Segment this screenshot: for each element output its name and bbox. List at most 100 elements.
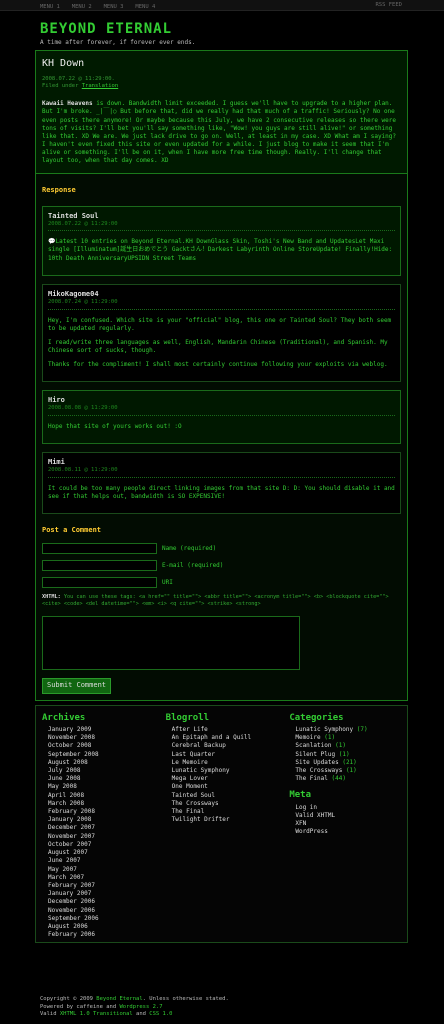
- blogroll-item[interactable]: Twilight Drifter: [172, 816, 284, 824]
- uri-field[interactable]: [42, 577, 157, 589]
- name-row: Name (required): [42, 543, 407, 555]
- blogroll-item[interactable]: Tainted Soul: [172, 792, 284, 800]
- meta-item[interactable]: XFN: [295, 820, 407, 828]
- name-label: Name (required): [162, 544, 217, 552]
- archive-item[interactable]: June 2007: [48, 857, 160, 865]
- archive-item[interactable]: November 2008: [48, 734, 160, 742]
- post-category-link[interactable]: Translation: [82, 83, 118, 89]
- menu-item-3[interactable]: MENU 3: [104, 4, 124, 10]
- blogroll-item[interactable]: Le Memoire: [172, 759, 284, 767]
- archive-item[interactable]: January 2007: [48, 890, 160, 898]
- meta-item[interactable]: WordPress: [295, 828, 407, 836]
- blogroll-heading: Blogroll: [165, 712, 210, 723]
- archive-item[interactable]: January 2008: [48, 816, 160, 824]
- css-valid-link[interactable]: CSS 1.0: [149, 1011, 172, 1017]
- archive-item[interactable]: September 2006: [48, 915, 160, 923]
- archive-item[interactable]: May 2007: [48, 866, 160, 874]
- wordpress-link[interactable]: Wordpress 2.7: [119, 1004, 162, 1010]
- archive-item[interactable]: May 2008: [48, 783, 160, 791]
- rss-feed-link[interactable]: RSS FEED: [376, 2, 403, 9]
- menu-item-4[interactable]: MENU 4: [135, 4, 155, 10]
- blogroll-item[interactable]: An Epitaph and a Quill: [172, 734, 284, 742]
- comment-date: 2008.07.24 @ 11:29:00: [48, 299, 395, 310]
- category-item-name[interactable]: The Final: [295, 775, 328, 782]
- xhtml-label: XHTML:: [42, 594, 61, 601]
- blogroll-item[interactable]: The Final: [172, 808, 284, 816]
- category-item-name[interactable]: Site Updates: [295, 759, 338, 766]
- archive-item[interactable]: August 2007: [48, 849, 160, 857]
- category-item-name[interactable]: Scanlation: [295, 742, 331, 749]
- comment-textarea[interactable]: [42, 616, 300, 671]
- archive-item[interactable]: December 2007: [48, 824, 160, 832]
- category-item[interactable]: The Crossways (1): [295, 767, 407, 775]
- category-item[interactable]: Silent Plug (1): [295, 751, 407, 759]
- top-nav: MENU 1 MENU 2 MENU 3 MENU 4 RSS FEED: [0, 0, 444, 11]
- copyright-site-link[interactable]: Beyond Eternal: [96, 996, 142, 1002]
- name-field[interactable]: [42, 543, 157, 555]
- meta-item[interactable]: Log in: [295, 804, 407, 812]
- site-title[interactable]: BEYOND ETERNAL: [40, 20, 172, 39]
- email-label: E-mail (required): [162, 561, 224, 569]
- xhtml-valid-link[interactable]: XHTML 1.0 Transitional: [60, 1011, 133, 1017]
- archive-item[interactable]: November 2006: [48, 907, 160, 915]
- post-title[interactable]: KH Down: [42, 57, 401, 71]
- post-author-link[interactable]: Kawaii Heavens: [42, 100, 93, 107]
- archive-item[interactable]: October 2008: [48, 742, 160, 750]
- comment-author[interactable]: Mimi: [48, 458, 395, 467]
- blogroll-item[interactable]: Lunatic Symphony: [172, 767, 284, 775]
- copyright: Copyright © 2009 Beyond Eternal. Unless …: [40, 996, 229, 1019]
- archive-item[interactable]: August 2008: [48, 759, 160, 767]
- post-body: Kawaii Heavens is down. Bandwidth limit …: [42, 100, 401, 165]
- categories-list: Lunatic Symphony (7) Memoire (1) Scanlatio…: [295, 726, 407, 783]
- category-item[interactable]: The Final (44): [295, 775, 407, 783]
- category-item-count: (1): [335, 742, 346, 750]
- category-item-name[interactable]: Silent Plug: [295, 751, 335, 758]
- category-item-name[interactable]: Lunatic Symphony: [295, 726, 353, 733]
- category-item[interactable]: Lunatic Symphony (7): [295, 726, 407, 734]
- email-field[interactable]: [42, 560, 157, 572]
- comment: Mimi 2008.08.11 @ 11:29:00 It could be t…: [42, 451, 401, 514]
- blogroll-item[interactable]: The Crossways: [172, 800, 284, 808]
- category-item-count: (44): [331, 775, 346, 783]
- meta-item[interactable]: Valid XHTML: [295, 812, 407, 820]
- comment-author[interactable]: MikoKagome04: [48, 290, 395, 299]
- category-item-name[interactable]: The Crossways: [295, 767, 342, 774]
- menu-item-2[interactable]: MENU 2: [72, 4, 92, 10]
- archive-item[interactable]: June 2008: [48, 775, 160, 783]
- category-item[interactable]: Memoire (1): [295, 734, 407, 742]
- post-comment-heading: Post a Comment: [42, 526, 102, 534]
- archive-item[interactable]: February 2007: [48, 882, 160, 890]
- submit-comment-button[interactable]: Submit Comment: [42, 678, 112, 694]
- response-heading: Response: [42, 186, 76, 195]
- blogroll-item[interactable]: Cerebral Backup: [172, 742, 284, 750]
- category-item[interactable]: Scanlation (1): [295, 742, 407, 750]
- blogroll-item[interactable]: After Life: [172, 726, 284, 734]
- archive-item[interactable]: January 2009: [48, 726, 160, 734]
- archive-item[interactable]: November 2007: [48, 833, 160, 841]
- blogroll-item[interactable]: Mega Lover: [172, 775, 284, 783]
- archive-item[interactable]: August 2006: [48, 923, 160, 931]
- category-item[interactable]: Site Updates (21): [295, 759, 407, 767]
- comment: MikoKagome04 2008.07.24 @ 11:29:00 Hey, …: [42, 283, 401, 382]
- comment-text: Hope that site of yours works out! :O: [48, 422, 182, 430]
- meta-list: Log in Valid XHTML XFN WordPress: [295, 804, 407, 837]
- blogroll-item[interactable]: Last Quarter: [172, 751, 284, 759]
- comment-author[interactable]: Hiro: [48, 396, 395, 405]
- archive-item[interactable]: October 2007: [48, 841, 160, 849]
- category-item-name[interactable]: Memoire: [295, 734, 320, 741]
- archive-item[interactable]: December 2006: [48, 898, 160, 906]
- and-text: and: [132, 1011, 150, 1017]
- menu-item-1[interactable]: MENU 1: [40, 4, 60, 10]
- sidebar-columns: Archives January 2009 November 2008 Octobe…: [35, 704, 408, 943]
- archive-item[interactable]: February 2006: [48, 931, 160, 939]
- archive-item[interactable]: February 2008: [48, 808, 160, 816]
- archive-item[interactable]: April 2008: [48, 792, 160, 800]
- archive-item[interactable]: September 2008: [48, 751, 160, 759]
- blogroll-item[interactable]: One Moment: [172, 783, 284, 791]
- comment-author[interactable]: Tainted Soul: [48, 212, 395, 221]
- powered-by-text: Powered by caffeine and: [40, 1003, 120, 1010]
- archive-item[interactable]: March 2007: [48, 874, 160, 882]
- archive-item[interactable]: March 2008: [48, 800, 160, 808]
- archive-item[interactable]: July 2008: [48, 767, 160, 775]
- categories-heading: Categories: [289, 712, 344, 723]
